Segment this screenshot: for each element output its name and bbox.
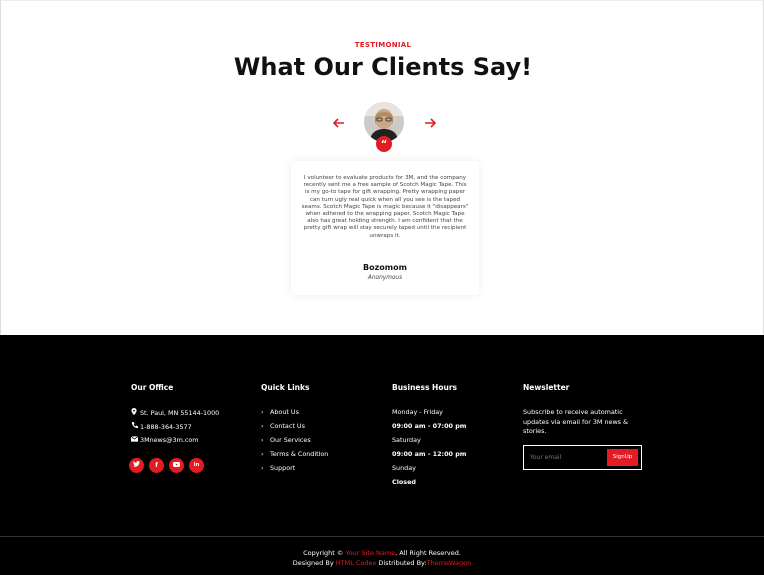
office-phone: 1-888-364-3577 [131,422,192,431]
arrow-left-icon[interactable] [331,115,347,131]
chevron-right-icon: › [261,422,264,430]
testimonial-section: TESTIMONIAL What Our Clients Say! “ I vo… [0,0,764,335]
hours-heading: Business Hours [392,383,457,392]
linkedin-icon[interactable]: in [189,458,204,473]
section-eyebrow: TESTIMONIAL [354,41,412,49]
section-title: What Our Clients Say! [233,53,533,81]
hours-sunday-time: Closed [392,478,416,486]
link-about-us[interactable]: › About Us [261,408,299,416]
phone-icon [131,422,140,431]
hours-weekday-time: 09:00 am - 07:00 pm [392,422,467,430]
link-terms[interactable]: › Terms & Condition [261,450,328,458]
office-heading: Our Office [131,383,174,392]
link-contact-us[interactable]: › Contact Us [261,422,305,430]
office-address: St. Paul, MN 55144-1000 [131,408,219,417]
hours-saturday-time: 09:00 am - 12:00 pm [392,450,467,458]
newsletter-form: Your email SignUp [523,445,642,470]
office-email: 3Mnews@3m.com [130,436,198,444]
site-name-link[interactable]: Your Site Name [345,549,395,557]
arrow-right-icon[interactable] [422,115,438,131]
copyright-line: Copyright © Your Site Name, All Right Re… [303,549,461,557]
hours-weekday-label: Monday - Friday [392,408,443,416]
twitter-icon[interactable] [129,458,144,473]
map-marker-icon [131,408,140,417]
quick-links-heading: Quick Links [261,383,310,392]
client-role: Anonymous [367,275,403,281]
site-footer: Our Office St. Paul, MN 55144-1000 1-888… [0,335,764,575]
client-name: Bozomom [363,263,407,272]
chevron-right-icon: › [261,464,264,472]
envelope-icon [130,436,140,444]
hours-sunday-label: Sunday [392,464,416,472]
chevron-right-icon: › [261,450,264,458]
chevron-right-icon: › [261,436,264,444]
youtube-icon[interactable] [169,458,184,473]
link-our-services[interactable]: › Our Services [261,436,311,444]
newsletter-text: Subscribe to receive automatic updates v… [523,408,629,436]
chevron-right-icon: › [261,408,264,416]
testimonial-card: I volunteer to evaluate products for 3M,… [291,161,479,295]
newsletter-heading: Newsletter [523,383,570,392]
hours-saturday-label: Saturday [392,436,421,444]
signup-button[interactable]: SignUp [607,449,638,466]
footer-divider [0,536,764,537]
distributor-link[interactable]: ThemeWagon [427,559,472,567]
link-support[interactable]: › Support [261,464,295,472]
designer-link[interactable]: HTML Codex [336,559,377,567]
quote-icon: “ [376,136,392,152]
facebook-icon[interactable]: f [149,458,164,473]
testimonial-text: I volunteer to evaluate products for 3M,… [301,175,469,239]
newsletter-email-input[interactable]: Your email [530,454,561,461]
credits-line: Designed By HTML Codex Distributed By:Th… [292,559,472,567]
